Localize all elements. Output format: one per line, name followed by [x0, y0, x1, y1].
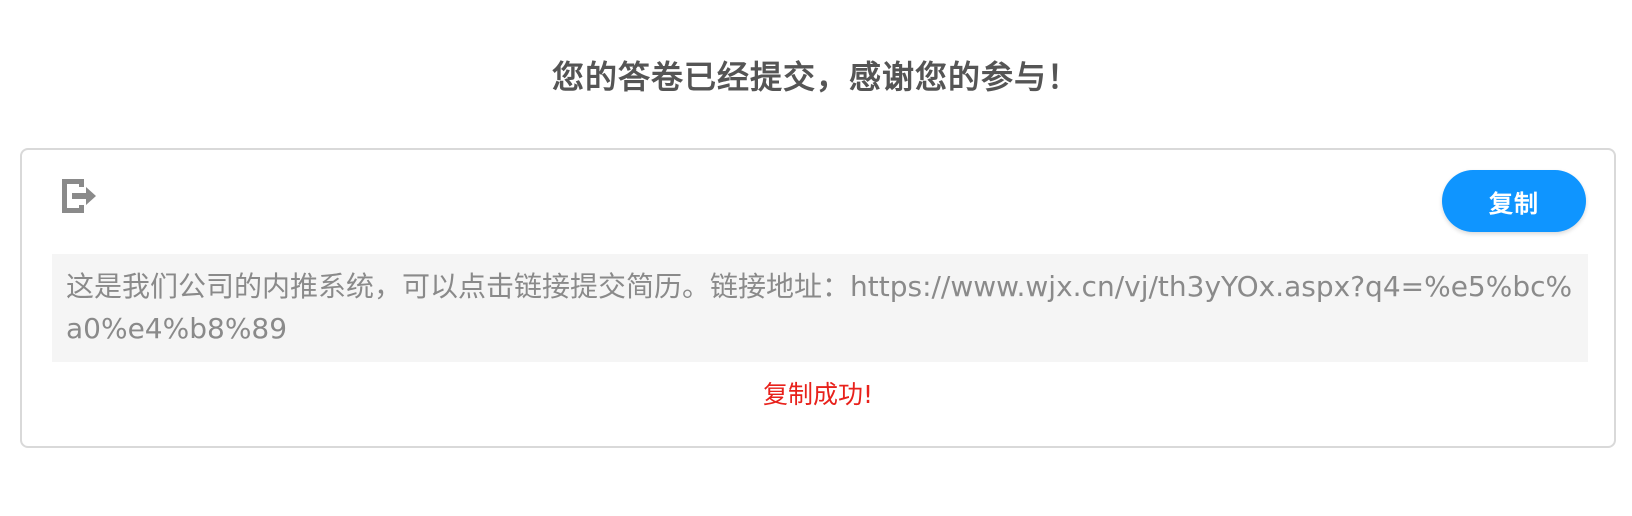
share-link-text[interactable]: 这是我们公司的内推系统，可以点击链接提交简历。链接地址：https://www.…	[52, 254, 1588, 362]
page-title: 您的答卷已经提交，感谢您的参与！	[551, 58, 1080, 96]
share-link-card: 复制 这是我们公司的内推系统，可以点击链接提交简历。链接地址：https://w…	[20, 148, 1616, 448]
copy-success-message: 复制成功!	[762, 380, 874, 409]
copy-button[interactable]: 复制	[1442, 170, 1586, 232]
share-export-icon[interactable]	[58, 176, 98, 216]
submission-complete-page: 您的答卷已经提交，感谢您的参与！ 复制 这是我们公司的内推系统，可以点击链接提交…	[0, 0, 1632, 516]
